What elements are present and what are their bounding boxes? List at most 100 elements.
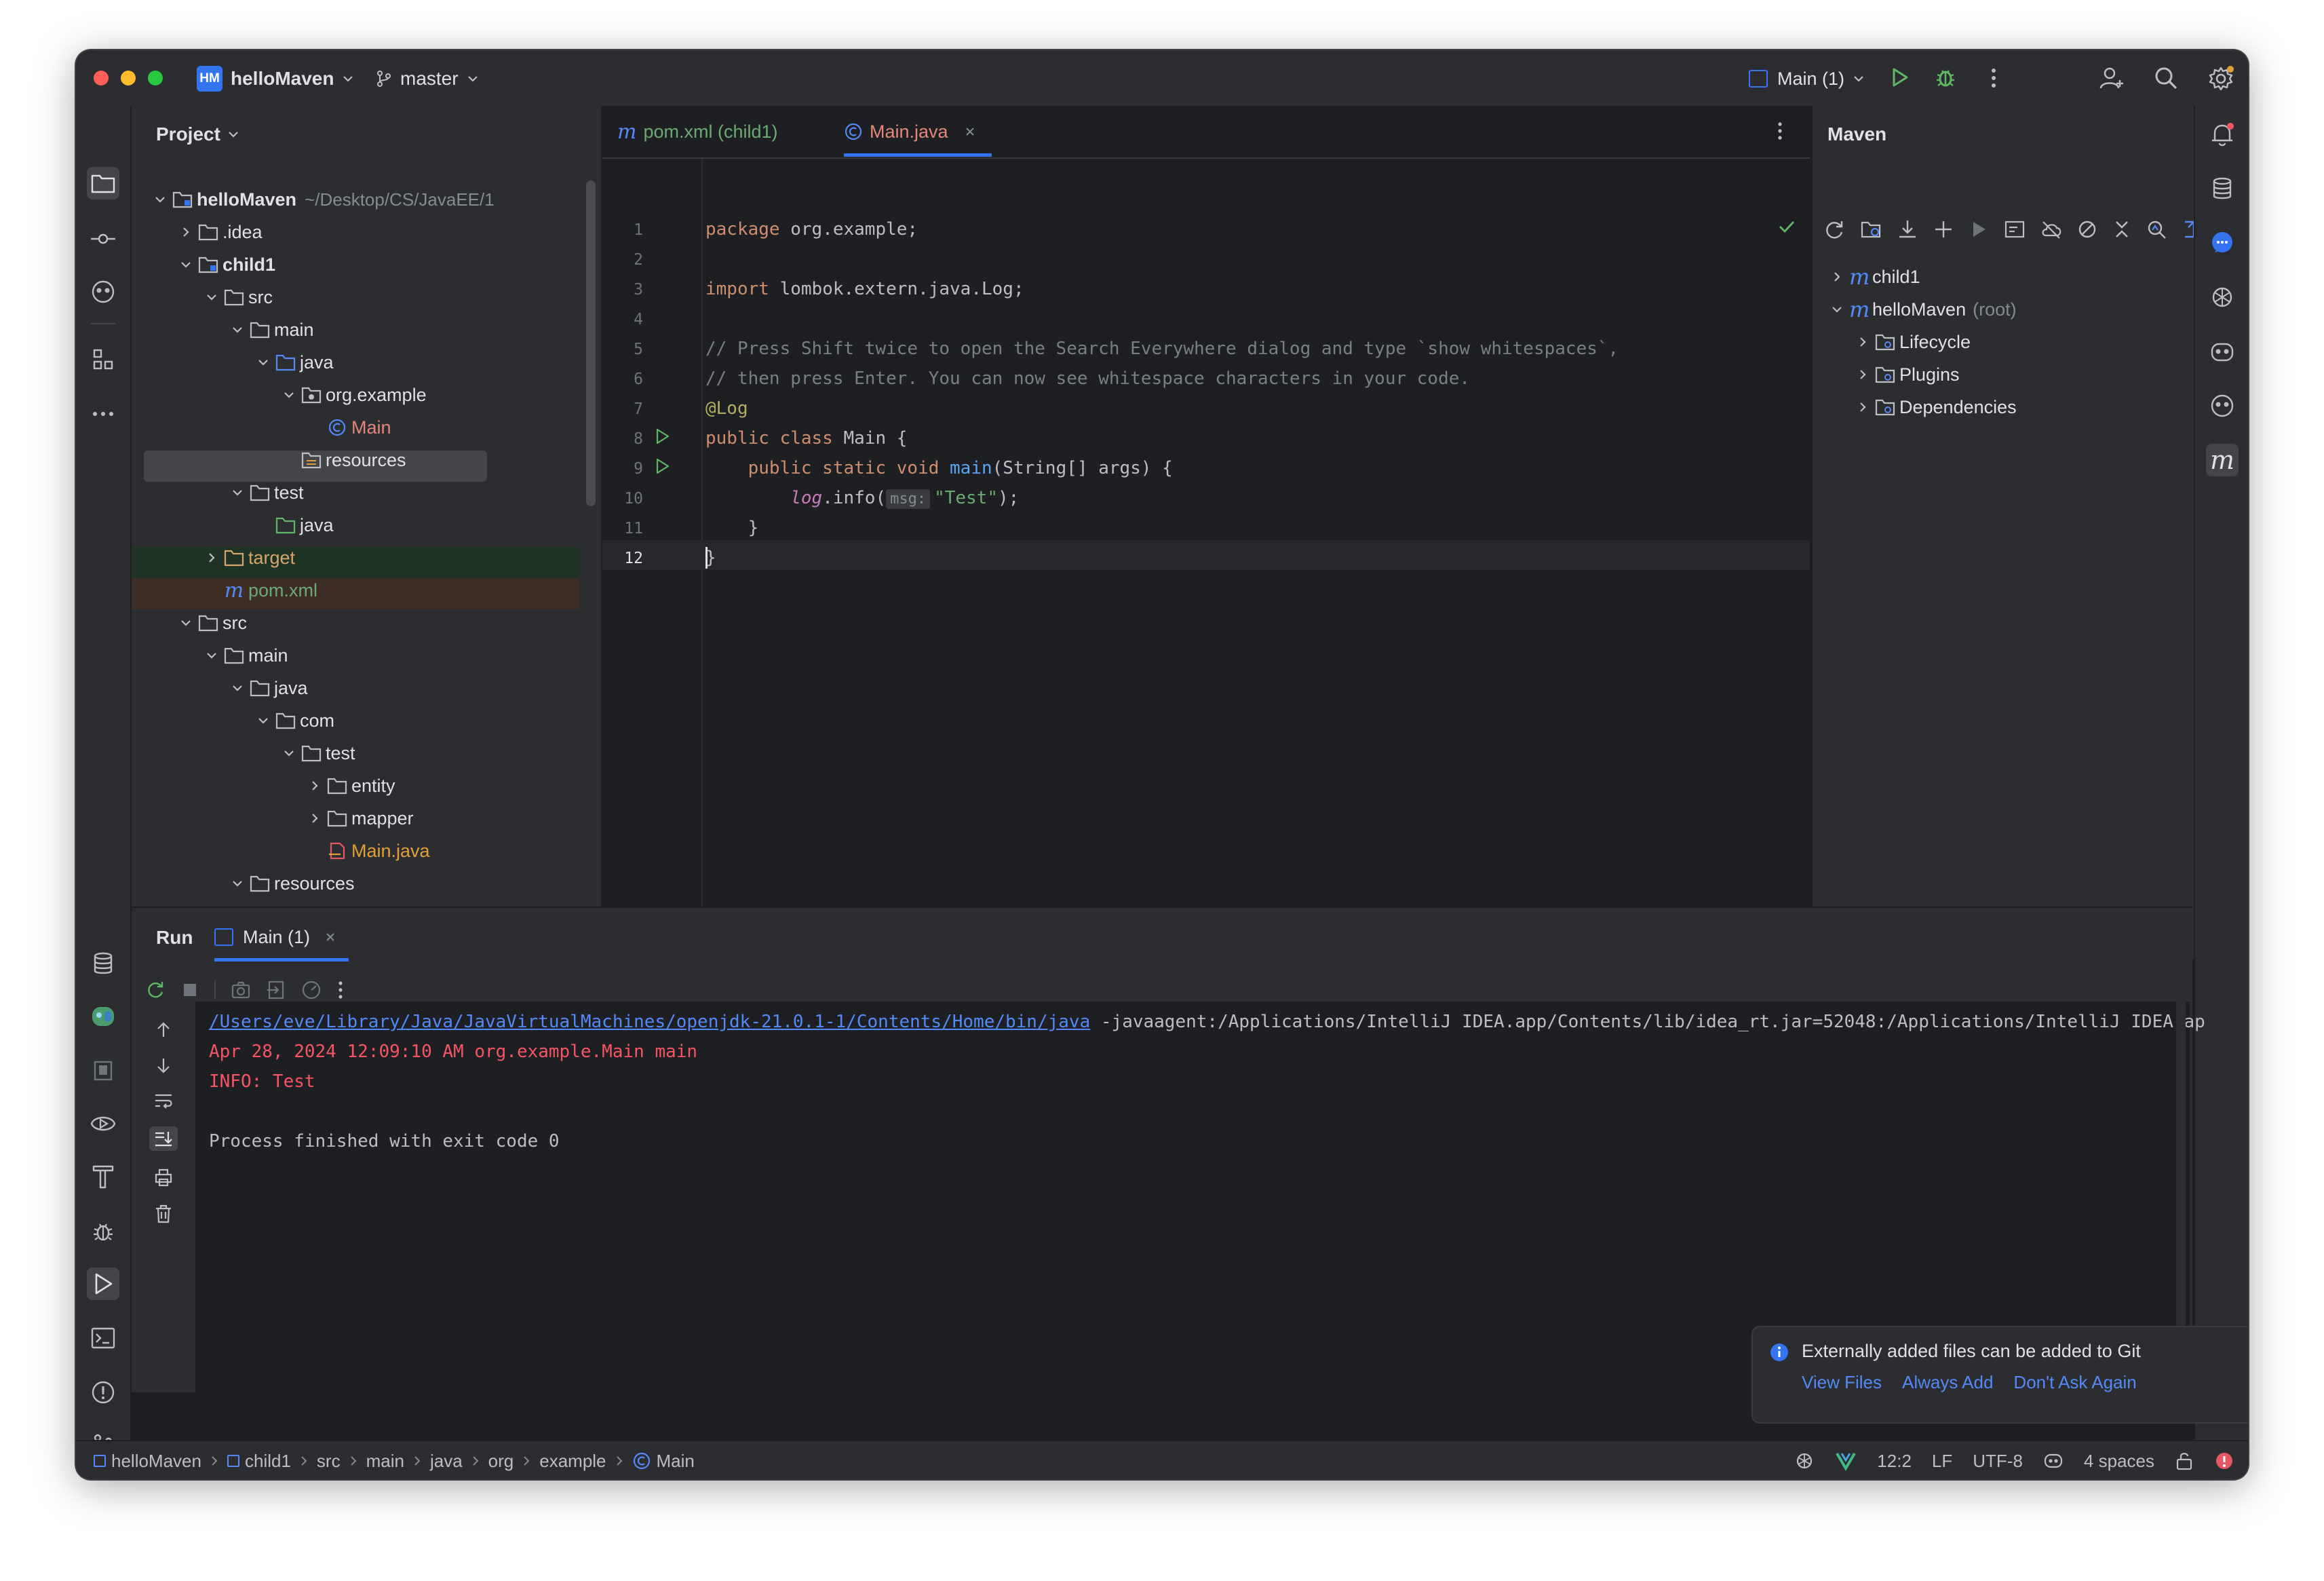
tree-node[interactable]: main (132, 313, 573, 346)
line-number[interactable]: 9 (602, 460, 643, 478)
line-number[interactable]: 3 (602, 281, 643, 299)
code-line[interactable]: public class Main { (705, 423, 907, 453)
vue-icon[interactable] (1835, 1451, 1857, 1471)
terminal-tool-button[interactable] (87, 1322, 119, 1354)
debug-button[interactable] (1933, 65, 1958, 90)
vertical-scrollbar[interactable] (586, 180, 596, 506)
tree-node[interactable]: src (132, 281, 573, 313)
breadcrumb-item[interactable]: Main (632, 1451, 695, 1472)
restore-layout-icon[interactable] (266, 980, 286, 1000)
unlock-icon[interactable] (2175, 1451, 2194, 1471)
generate-sources-icon[interactable] (1860, 218, 1882, 240)
run-tab-main[interactable]: Main (1) (214, 920, 337, 954)
maven-tree-node[interactable]: m helloMaven (root) (1813, 293, 2248, 326)
tree-node[interactable]: resources (132, 444, 573, 476)
skip-tests-icon[interactable] (2077, 219, 2097, 240)
tree-node[interactable]: child1 (132, 248, 573, 281)
problems-tool-button[interactable] (87, 1376, 119, 1409)
line-number[interactable]: 12 (602, 550, 643, 567)
vertical-scrollbar-track[interactable] (2176, 1002, 2186, 1382)
close-icon[interactable] (324, 930, 337, 944)
maven-tree-node[interactable]: m child1 (1813, 261, 2248, 293)
trash-icon[interactable] (154, 1204, 173, 1224)
run-icon[interactable] (1969, 219, 1989, 240)
project-switcher[interactable]: HM helloMaven (197, 65, 355, 92)
run-class-gutter-button[interactable] (654, 427, 670, 445)
minimize-window-button[interactable] (121, 71, 136, 85)
java-path-link[interactable]: /Users/eve/Library/Java/JavaVirtualMachi… (209, 1012, 1090, 1032)
line-number[interactable]: 4 (602, 311, 643, 328)
tree-node[interactable]: .idea (132, 216, 573, 248)
error-icon[interactable] (2214, 1451, 2234, 1471)
tree-node[interactable]: test (132, 476, 573, 509)
plugin-tool-button[interactable] (87, 1000, 119, 1033)
maven-tree-node[interactable]: Dependencies (1813, 391, 2248, 423)
line-number[interactable]: 1 (602, 221, 643, 239)
zoom-window-button[interactable] (148, 71, 163, 85)
line-separator[interactable]: LF (1932, 1451, 1952, 1472)
reload-icon[interactable] (1823, 218, 1845, 240)
chat-tool-button[interactable] (2206, 227, 2239, 259)
code-line[interactable]: // then press Enter. You can now see whi… (705, 364, 1470, 394)
copilot-icon[interactable] (2043, 1451, 2064, 1471)
run-tool-button[interactable] (87, 1268, 119, 1300)
debug-tool-button[interactable] (87, 1215, 119, 1247)
print-icon[interactable] (153, 1167, 174, 1187)
project-tool-button[interactable] (87, 167, 119, 199)
breadcrumb-item[interactable]: org (488, 1451, 514, 1472)
collapse-all-icon[interactable] (2112, 219, 2131, 240)
database-tool-button[interactable] (2206, 172, 2239, 205)
file-encoding[interactable]: UTF-8 (1973, 1451, 2023, 1472)
code-line[interactable]: } (705, 513, 759, 543)
tree-node[interactable]: java (132, 346, 573, 379)
breadcrumb-item[interactable]: child1 (227, 1451, 291, 1472)
editor-tabs-menu-button[interactable] (1776, 121, 1784, 141)
more-tools-button[interactable] (87, 398, 119, 430)
execute-goal-icon[interactable] (2004, 219, 2026, 240)
more-vertical-icon[interactable] (336, 980, 345, 1000)
search-everywhere-button[interactable] (2153, 65, 2179, 91)
build-tool-button[interactable] (87, 1160, 119, 1193)
code-with-me-button[interactable] (2099, 65, 2125, 91)
line-number[interactable]: 6 (602, 370, 643, 388)
run-main-gutter-button[interactable] (654, 457, 670, 475)
arrow-up-icon[interactable] (154, 1021, 173, 1040)
tree-node[interactable]: java (132, 509, 573, 541)
indent-setting[interactable]: 4 spaces (2084, 1451, 2154, 1472)
project-panel-header[interactable]: Project (156, 123, 241, 145)
tree-node[interactable]: com (132, 704, 573, 737)
tree-node[interactable]: main (132, 639, 573, 672)
structure-tool-button[interactable] (87, 343, 119, 376)
line-number[interactable]: 7 (602, 400, 643, 418)
run-config-selector[interactable]: Main (1) (1749, 65, 1866, 92)
tree-node[interactable]: org.example (132, 379, 573, 411)
tree-node[interactable]: java (132, 672, 573, 704)
tree-node[interactable]: test (132, 737, 573, 769)
maven-tree-node[interactable]: Lifecycle (1813, 326, 2248, 358)
tree-node[interactable]: src (132, 607, 573, 639)
openai-tool-button[interactable] (2206, 281, 2239, 313)
tree-node[interactable]: m pom.xml (132, 574, 573, 607)
stop-icon[interactable] (180, 980, 199, 999)
close-window-button[interactable] (94, 71, 109, 85)
close-icon[interactable] (963, 125, 977, 138)
soft-wrap-icon[interactable] (153, 1091, 174, 1110)
breadcrumb-item[interactable]: java (430, 1451, 463, 1472)
tree-node[interactable]: Main.java (132, 835, 573, 867)
notifications-tool-button[interactable] (2206, 118, 2239, 151)
services-tool-button[interactable] (87, 1107, 119, 1140)
code-line[interactable]: public static void main(String[] args) { (705, 453, 1173, 483)
inspection-status[interactable] (1777, 218, 1796, 235)
add-icon[interactable] (1933, 219, 1954, 240)
tree-node[interactable]: entity (132, 769, 573, 802)
settings-button[interactable] (2207, 65, 2234, 92)
tab-main-java[interactable]: Main.java (844, 106, 977, 157)
view-files-link[interactable]: View Files (1802, 1372, 1882, 1393)
ai-assistant-tool-button[interactable] (2206, 389, 2239, 422)
code-line[interactable]: // Press Shift twice to open the Search … (705, 334, 1619, 364)
caret-position[interactable]: 12:2 (1877, 1451, 1912, 1472)
copilot-chat-tool-button[interactable] (2206, 335, 2239, 368)
rerun-icon[interactable] (145, 980, 166, 1000)
scroll-to-end-button[interactable] (149, 1126, 178, 1151)
breadcrumb-item[interactable]: main (366, 1451, 404, 1472)
